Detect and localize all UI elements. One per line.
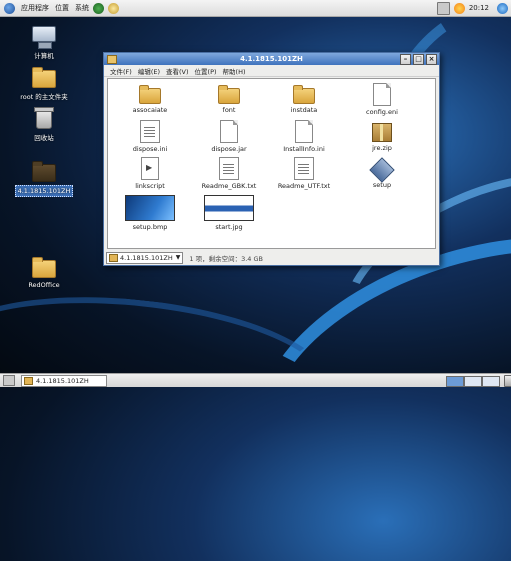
text-file-icon xyxy=(219,157,239,180)
file-item[interactable]: start.jpg xyxy=(193,195,265,231)
folder-icon xyxy=(293,85,315,104)
script-icon xyxy=(141,157,159,180)
menu-go[interactable]: 位置(P) xyxy=(195,66,217,76)
file-item[interactable]: dispose.ini xyxy=(114,120,186,153)
volume-icon[interactable] xyxy=(497,2,508,14)
home-folder-icon xyxy=(32,67,56,88)
update-icon[interactable] xyxy=(453,2,465,14)
file-name: dispose.ini xyxy=(132,145,168,153)
top-panel: 应用程序 位置 系统 20:12 xyxy=(0,0,511,17)
menu-file[interactable]: 文件(F) xyxy=(110,66,132,76)
workspace-3[interactable] xyxy=(482,376,500,387)
menu-edit[interactable]: 编辑(E) xyxy=(138,66,160,76)
file-name: InstallInfo.ini xyxy=(283,145,325,153)
monitor-icon[interactable] xyxy=(436,1,450,15)
file-name: config.eni xyxy=(366,108,398,116)
image-thumbnail xyxy=(125,195,175,221)
panel-right-area: 20:12 xyxy=(433,0,511,16)
folder-icon xyxy=(107,55,117,64)
text-file-icon xyxy=(294,157,314,180)
menu-applications[interactable]: 应用程序 xyxy=(21,3,49,13)
folder-icon xyxy=(218,85,240,104)
maximize-button[interactable]: □ xyxy=(413,54,424,65)
trash-icon xyxy=(34,107,54,129)
archive-icon xyxy=(372,123,392,142)
document-icon xyxy=(295,120,313,143)
chevron-down-icon: ▼ xyxy=(175,254,181,261)
file-manager-window: 4.1.1815.101ZH – □ × 文件(F) 编辑(E) 查看(V) 位… xyxy=(103,52,440,266)
file-name: setup.bmp xyxy=(132,223,168,231)
window-titlebar[interactable]: 4.1.1815.101ZH – □ × xyxy=(104,53,439,65)
desktop-icon-label: 4.1.1815.101ZH xyxy=(14,185,74,197)
file-item[interactable]: font xyxy=(193,83,265,114)
window-menubar: 文件(F) 编辑(E) 查看(V) 位置(P) 帮助(H) xyxy=(104,65,439,77)
file-name: start.jpg xyxy=(215,223,243,231)
folder-icon xyxy=(24,376,33,385)
bottom-panel: 4.1.1815.101ZH xyxy=(0,373,511,387)
file-name: Readme_GBK.txt xyxy=(201,182,257,190)
browser-launcher-icon[interactable] xyxy=(93,2,104,14)
file-item[interactable]: setup xyxy=(346,157,418,189)
status-text: 1 项，剩余空间：3.4 GB xyxy=(189,254,263,263)
file-item[interactable]: dispose.jar xyxy=(193,120,265,153)
computer-icon xyxy=(32,26,56,49)
location-dropdown[interactable]: 4.1.1815.101ZH ▼ xyxy=(106,251,184,264)
window-controls: – □ × xyxy=(398,54,437,65)
file-item[interactable]: setup.bmp xyxy=(114,195,186,231)
desktop-icon-install-folder[interactable]: 4.1.1815.101ZH xyxy=(9,160,79,197)
folder-icon xyxy=(32,257,56,278)
taskbar-window-button[interactable]: 4.1.1815.101ZH xyxy=(21,374,107,387)
file-item[interactable]: jre.zip xyxy=(346,120,418,152)
taskbar-window-label: 4.1.1815.101ZH xyxy=(36,376,89,385)
file-name: assocaiate xyxy=(132,106,168,114)
fedora-logo-icon[interactable] xyxy=(4,2,15,14)
menu-places[interactable]: 位置 xyxy=(55,3,69,13)
minimize-button[interactable]: – xyxy=(400,54,411,65)
file-name: jre.zip xyxy=(372,144,392,152)
folder-icon xyxy=(109,253,118,262)
menu-help[interactable]: 帮助(H) xyxy=(223,66,246,76)
desktop-icon-label: 计算机 xyxy=(34,52,54,60)
desktop-icon-trash[interactable]: 回收站 xyxy=(9,106,79,142)
desktop-icon-label: root 的主文件夹 xyxy=(20,93,68,101)
desktop-icon-home[interactable]: root 的主文件夹 xyxy=(9,66,79,101)
desktop-icon-label: 回收站 xyxy=(34,134,54,142)
desktop-icon-redoffice[interactable]: RedOffice xyxy=(9,256,79,289)
file-name: instdata xyxy=(290,106,318,114)
file-item[interactable]: linkscript xyxy=(114,157,186,190)
window-title: 4.1.1815.101ZH xyxy=(240,55,303,63)
file-item[interactable]: assocaiate xyxy=(114,83,186,114)
trash-applet-icon[interactable] xyxy=(504,375,511,387)
folder-icon xyxy=(139,85,161,104)
folder-icon xyxy=(32,161,56,182)
file-item[interactable]: Readme_UTF.txt xyxy=(268,157,340,190)
menu-view[interactable]: 查看(V) xyxy=(166,66,189,76)
desktop-icon-computer[interactable]: 计算机 xyxy=(9,26,79,60)
file-item[interactable]: Readme_GBK.txt xyxy=(193,157,265,190)
file-name: dispose.jar xyxy=(211,145,247,153)
file-name: linkscript xyxy=(135,182,165,190)
text-file-icon xyxy=(140,120,160,143)
workspace-2[interactable] xyxy=(464,376,482,387)
image-thumbnail xyxy=(204,195,254,221)
file-item[interactable]: config.eni xyxy=(346,83,418,116)
desktop-icon-label: RedOffice xyxy=(28,281,60,289)
setup-icon xyxy=(369,157,395,183)
status-bar: 4.1.1815.101ZH ▼ 1 项，剩余空间：3.4 GB xyxy=(104,251,439,264)
location-label: 4.1.1815.101ZH xyxy=(120,253,173,262)
file-name: Readme_UTF.txt xyxy=(277,182,331,190)
file-view: assocaiate font instdata config.eni disp… xyxy=(107,78,436,249)
mail-launcher-icon[interactable] xyxy=(108,2,119,14)
file-name: font xyxy=(222,106,236,114)
workspace-1[interactable] xyxy=(446,376,464,387)
document-icon xyxy=(373,83,391,106)
document-icon xyxy=(220,120,238,143)
clock[interactable]: 20:12 xyxy=(469,4,489,12)
close-button[interactable]: × xyxy=(426,54,437,65)
file-item[interactable]: instdata xyxy=(268,83,340,114)
menu-system[interactable]: 系统 xyxy=(75,3,89,13)
show-desktop-icon[interactable] xyxy=(3,375,15,386)
file-item[interactable]: InstallInfo.ini xyxy=(268,120,340,153)
